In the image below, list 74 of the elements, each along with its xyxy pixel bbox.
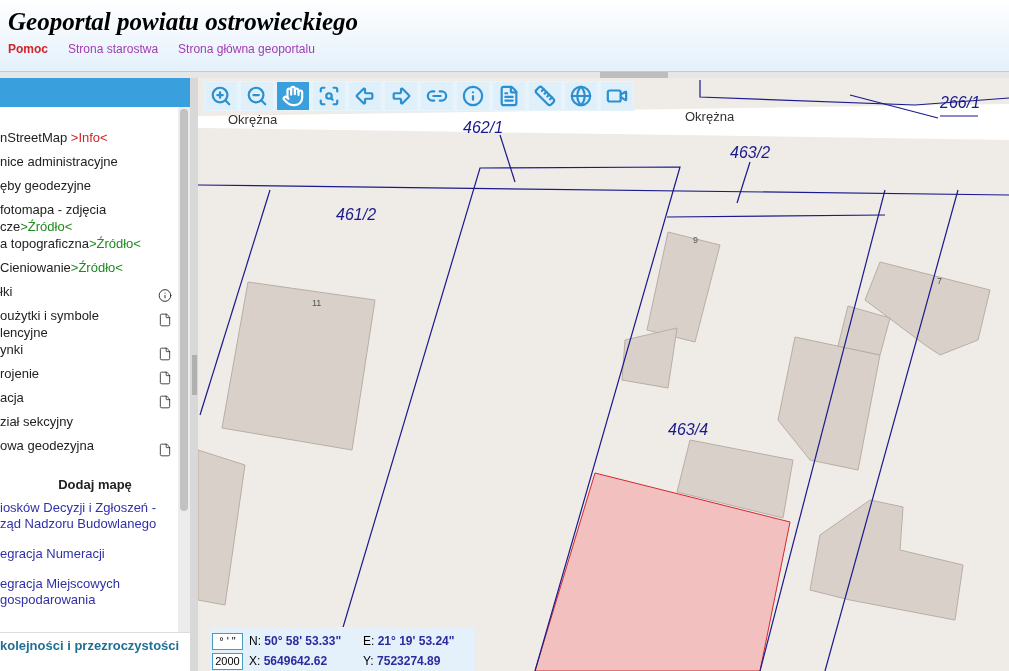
parcel-number: 463/4 bbox=[668, 421, 709, 438]
globe-icon bbox=[570, 85, 592, 107]
source-link[interactable]: >Źródło< bbox=[88, 236, 141, 251]
house-number: 7 bbox=[937, 276, 942, 286]
map-link[interactable]: egracja Numeracji bbox=[0, 545, 178, 562]
magnifier-icon bbox=[318, 85, 340, 107]
coordinate-format-button[interactable]: ° ' " bbox=[212, 632, 243, 650]
leader-line bbox=[736, 161, 751, 204]
map-tool-button[interactable] bbox=[241, 82, 273, 110]
layer-label[interactable]: rojenie bbox=[0, 365, 40, 382]
source-link[interactable]: >Źródło< bbox=[20, 219, 73, 234]
coordinate-format-button[interactable]: 2000 bbox=[212, 652, 243, 670]
map-tool-button[interactable] bbox=[205, 82, 237, 110]
layer-label[interactable]: ział sekcyjny bbox=[0, 413, 73, 430]
info-icon bbox=[462, 85, 484, 107]
layer-label[interactable]: nStreetMap >Info< bbox=[0, 129, 108, 146]
zoom-out-icon bbox=[246, 85, 268, 107]
leader-line bbox=[499, 134, 516, 183]
street-label: Okrężna bbox=[228, 112, 278, 127]
map-tool-button[interactable] bbox=[457, 82, 489, 110]
map-tool-button[interactable] bbox=[313, 82, 345, 110]
leader-line bbox=[939, 115, 979, 117]
coordinate-reading: Y: 7523274.89 bbox=[363, 653, 441, 670]
layer-label[interactable]: a topograficzna>Źródło< bbox=[0, 235, 141, 252]
parcel-number: 463/2 bbox=[730, 144, 771, 161]
info-icon[interactable] bbox=[158, 287, 172, 304]
document-icon[interactable] bbox=[158, 311, 172, 329]
layer-label[interactable]: fotomapa - zdjęcia cze>Źródło< bbox=[0, 201, 107, 235]
parcel-number: 462/1 bbox=[463, 119, 504, 136]
street-label: Okrężna bbox=[685, 109, 735, 124]
layer-label[interactable]: Cieniowanie>Źródło< bbox=[0, 259, 123, 276]
map-tool-button[interactable] bbox=[421, 82, 453, 110]
ruler-icon bbox=[534, 85, 556, 107]
info-area-icon bbox=[498, 85, 520, 107]
document-icon[interactable] bbox=[158, 345, 172, 363]
nav-link[interactable]: Strona główna geoportalu bbox=[178, 40, 315, 58]
map-link[interactable]: iosków Decyzji i Zgłoszeń - ząd Nadzoru Budowlanego bbox=[0, 499, 178, 532]
map-tool-button[interactable] bbox=[565, 82, 597, 110]
portal-title: Geoportal powiatu ostrowieckiego bbox=[8, 7, 359, 37]
map-tool-button[interactable] bbox=[529, 82, 561, 110]
document-icon[interactable] bbox=[158, 441, 172, 459]
layer-label[interactable]: owa geodezyjna bbox=[0, 437, 94, 454]
coordinate-reading: E: 21° 19' 53.24" bbox=[363, 633, 455, 650]
layer-label[interactable]: acja bbox=[0, 389, 24, 406]
scrollbar-thumb[interactable] bbox=[600, 72, 668, 78]
map-link[interactable]: egracja Miejscowych gospodarowania bbox=[0, 575, 178, 608]
hand-icon bbox=[282, 85, 304, 107]
coordinate-reading: N: 50° 58' 53.33" bbox=[249, 633, 343, 650]
house-number: 11 bbox=[312, 298, 322, 308]
map-tool-button[interactable] bbox=[277, 82, 309, 110]
nav-link[interactable]: Strona starostwa bbox=[68, 40, 159, 58]
arrow-right-icon bbox=[390, 85, 412, 107]
source-link[interactable]: >Źródło< bbox=[70, 260, 123, 275]
layer-label[interactable]: nice administracyjne bbox=[0, 153, 118, 170]
arrow-left-icon bbox=[354, 85, 376, 107]
map-tool-button[interactable] bbox=[385, 82, 417, 110]
info-link[interactable]: >Info< bbox=[70, 130, 108, 145]
map-tool-button[interactable] bbox=[493, 82, 525, 110]
help-link[interactable]: Pomoc bbox=[8, 40, 48, 58]
house-number: 9 bbox=[693, 235, 698, 245]
map-tool-button[interactable] bbox=[349, 82, 381, 110]
splitter-handle[interactable] bbox=[191, 354, 197, 395]
scrollbar-thumb[interactable] bbox=[180, 109, 188, 511]
layer-label[interactable]: ynki bbox=[0, 341, 24, 358]
map-tool-button[interactable] bbox=[601, 82, 633, 110]
layer-label[interactable]: ęby geodezyjne bbox=[0, 177, 92, 194]
layer-order-link[interactable]: kolejności i przezroczystości bbox=[0, 635, 180, 656]
add-map-heading: Dodaj mapę bbox=[57, 476, 133, 494]
layer-label[interactable]: łki bbox=[0, 283, 13, 300]
document-icon[interactable] bbox=[158, 393, 172, 411]
coordinate-reading: X: 5649642.62 bbox=[249, 653, 329, 670]
parcel-number: 461/2 bbox=[336, 206, 377, 223]
zoom-in-icon bbox=[210, 85, 232, 107]
document-icon[interactable] bbox=[158, 369, 172, 387]
